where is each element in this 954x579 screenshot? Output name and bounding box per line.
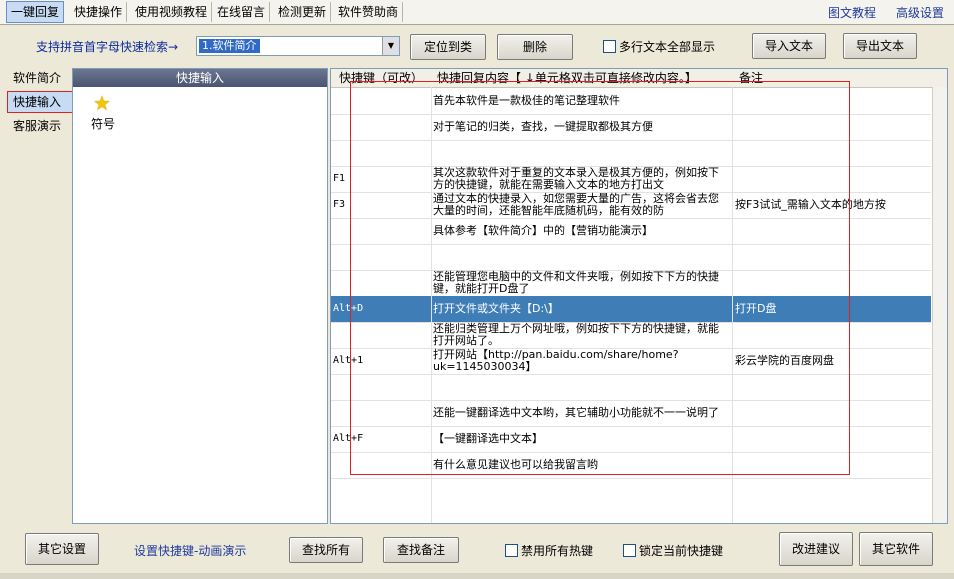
search-label: 支持拼音首字母快速检索→ xyxy=(36,40,179,54)
star-icon[interactable]: ★ xyxy=(93,91,111,115)
table-row[interactable]: Alt+F 【一键翻译选中文本】 xyxy=(331,426,931,453)
table-row[interactable] xyxy=(331,244,931,271)
multiline-show-label: 多行文本全部显示 xyxy=(619,40,716,54)
link-advanced-settings[interactable]: 高级设置 xyxy=(896,4,944,21)
tab-check-update[interactable]: 检测更新 xyxy=(274,2,332,22)
hotkey-demo-link[interactable]: 设置快捷键-动画演示 xyxy=(134,542,246,559)
content-cell[interactable]: 打开网站【http://pan.baidu.com/share/home?uk=… xyxy=(433,348,729,375)
find-all-button[interactable]: 查找所有 xyxy=(289,537,363,563)
link-picture-tutorial[interactable]: 图文教程 xyxy=(828,4,876,21)
table-row[interactable]: 还能一键翻译选中文本哟，其它辅助小功能就不一一说明了 xyxy=(331,400,931,427)
table-row[interactable]: F3 通过文本的快捷录入，如您需要大量的广告，这将会省去您大量的时间，还能智能年底… xyxy=(331,192,931,219)
lock-hotkey-label: 锁定当前快捷键 xyxy=(639,544,724,558)
nav-item-software-intro[interactable]: 软件简介 xyxy=(8,68,75,88)
column-header-content[interactable]: 快捷回复内容【 ↓单元格双击可直接修改内容。】 xyxy=(437,69,697,87)
locate-category-button[interactable]: 定位到类 xyxy=(410,34,486,60)
lock-hotkey-checkbox[interactable]: 锁定当前快捷键 xyxy=(623,542,723,559)
status-bar xyxy=(0,573,954,579)
quick-input-panel: 快捷输入 ★ 符号 xyxy=(72,68,328,524)
hotkey-cell[interactable] xyxy=(333,452,429,485)
column-divider xyxy=(431,87,432,523)
top-tab-bar: 一键回复 快捷操作 使用视频教程 在线留言 检测更新 软件赞助商 图文教程 高级… xyxy=(0,0,954,25)
table-row[interactable]: 还能管理您电脑中的文件和文件夹哦，例如按下下方的快捷键，就能打开D盘了 xyxy=(331,270,931,297)
tab-sponsor[interactable]: 软件赞助商 xyxy=(334,2,404,22)
table-row[interactable] xyxy=(331,374,931,401)
other-software-button[interactable]: 其它软件 xyxy=(859,532,933,566)
nav-item-service-demo[interactable]: 客服演示 xyxy=(8,116,75,136)
nav-item-quick-input[interactable]: 快捷输入 xyxy=(7,91,76,113)
column-header-note[interactable]: 备注 xyxy=(739,69,763,87)
delete-button[interactable]: 删除 xyxy=(497,34,573,60)
checkbox-box[interactable] xyxy=(603,40,616,53)
symbol-item-label[interactable]: 符号 xyxy=(91,115,115,132)
tab-one-key-reply[interactable]: 一键回复 xyxy=(6,1,65,23)
content-cell[interactable]: 通过文本的快捷录入，如您需要大量的广告，这将会省去您大量的时间，还能智能年底随机… xyxy=(433,192,729,219)
chevron-down-icon[interactable]: ▼ xyxy=(382,37,399,55)
table-row[interactable] xyxy=(331,140,931,167)
table-row[interactable]: 对于笔记的归类，查找，一键提取都极其方便 xyxy=(331,114,931,141)
disable-hotkeys-label: 禁用所有热键 xyxy=(521,544,594,558)
checkbox-box[interactable] xyxy=(623,544,636,557)
content-cell[interactable]: 还能管理您电脑中的文件和文件夹哦，例如按下下方的快捷键，就能打开D盘了 xyxy=(433,270,729,297)
suggest-button[interactable]: 改进建议 xyxy=(779,532,853,566)
disable-hotkeys-checkbox[interactable]: 禁用所有热键 xyxy=(505,542,593,559)
other-settings-button[interactable]: 其它设置 xyxy=(25,533,99,565)
table-row[interactable]: 具体参考【软件简介】中的【营销功能演示】 xyxy=(331,218,931,245)
table-header: 快捷键（可改） 快捷回复内容【 ↓单元格双击可直接修改内容。】 备注 xyxy=(331,69,947,88)
content-cell[interactable]: 有什么意见建议也可以给我留言哟 xyxy=(433,452,729,485)
table-row[interactable]: Alt+1 打开网站【http://pan.baidu.com/share/hom… xyxy=(331,348,931,375)
table-row[interactable]: F1 其次这款软件对于重复的文本录入是极其方便的，例如按下方的快捷键，就能在需要输… xyxy=(331,166,931,193)
table-row[interactable]: Alt+D 打开文件或文件夹【D:\】 打开D盘 xyxy=(331,296,931,323)
tab-video-tutorial[interactable]: 使用视频教程 xyxy=(131,2,213,22)
vertical-scrollbar[interactable] xyxy=(932,87,947,523)
reply-table: 快捷键（可改） 快捷回复内容【 ↓单元格双击可直接修改内容。】 备注 首先本软件… xyxy=(330,68,948,524)
multiline-show-checkbox[interactable]: 多行文本全部显示 xyxy=(603,38,715,55)
checkbox-box[interactable] xyxy=(505,544,518,557)
quick-input-header: 快捷输入 xyxy=(73,69,327,87)
export-text-button[interactable]: 导出文本 xyxy=(843,33,917,59)
note-cell[interactable] xyxy=(735,452,931,485)
combo-value: 1.软件简介 xyxy=(199,39,260,53)
category-search-combo[interactable]: 1.软件简介 ▼ xyxy=(196,36,400,56)
table-row[interactable]: 首先本软件是一款极佳的笔记整理软件 xyxy=(331,88,931,115)
table-row[interactable]: 还能归类管理上万个网址哦，例如按下下方的快捷键，就能打开网站了。 xyxy=(331,322,931,349)
import-text-button[interactable]: 导入文本 xyxy=(752,33,826,59)
content-cell[interactable]: 其次这款软件对于重复的文本录入是极其方便的，例如按下方的快捷键，就能在需要输入文… xyxy=(433,166,729,193)
tab-quick-actions[interactable]: 快捷操作 xyxy=(70,2,128,22)
content-cell[interactable]: 还能归类管理上万个网址哦，例如按下下方的快捷键，就能打开网站了。 xyxy=(433,322,729,349)
find-notes-button[interactable]: 查找备注 xyxy=(383,537,459,563)
table-row[interactable]: 有什么意见建议也可以给我留言哟 xyxy=(331,452,931,479)
tab-online-message[interactable]: 在线留言 xyxy=(213,2,271,22)
column-header-hotkey[interactable]: 快捷键（可改） xyxy=(339,69,423,87)
column-divider xyxy=(732,87,733,523)
